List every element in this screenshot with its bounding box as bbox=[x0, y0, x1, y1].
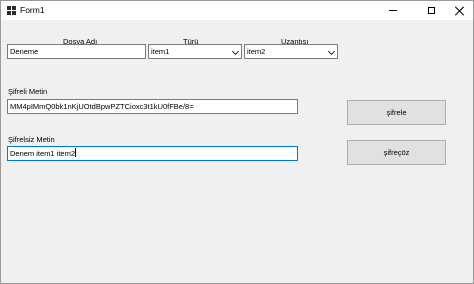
form-app-icon bbox=[7, 6, 16, 15]
file-name-input[interactable]: Deneme bbox=[7, 44, 146, 59]
type-selected-value: item1 bbox=[151, 47, 170, 56]
minimize-icon bbox=[389, 10, 397, 11]
type-combobox[interactable]: item1 bbox=[148, 44, 242, 59]
extension-combobox[interactable]: item2 bbox=[244, 44, 338, 59]
chevron-down-icon bbox=[231, 47, 240, 56]
title-bar: Form1 bbox=[1, 1, 473, 20]
maximize-icon bbox=[427, 7, 435, 14]
close-button[interactable] bbox=[443, 1, 474, 20]
plain-text-value: Denem item1 item2 bbox=[10, 149, 76, 158]
chevron-down-icon bbox=[327, 47, 336, 56]
decrypt-button[interactable]: şifreçöz bbox=[347, 140, 446, 165]
encrypted-text-label: Şifreli Metin bbox=[8, 87, 48, 96]
encrypted-text-input[interactable]: MM4pIMmQ0bk1nKjUOtdBpwPZTCioxc3t1kU0fFBe… bbox=[7, 99, 298, 114]
form-window: Form1 Dosya Adı Türü Uzantısı Deneme ite… bbox=[0, 0, 474, 284]
text-caret bbox=[75, 148, 77, 157]
extension-selected-value: item2 bbox=[247, 47, 266, 56]
close-icon bbox=[454, 6, 464, 16]
encrypt-button[interactable]: şifrele bbox=[347, 100, 446, 125]
minimize-button[interactable] bbox=[377, 1, 409, 20]
plain-text-label: Şifrelsiz Metin bbox=[8, 135, 55, 144]
window-title: Form1 bbox=[20, 5, 45, 15]
plain-text-input[interactable]: Denem item1 item2 bbox=[7, 146, 298, 161]
